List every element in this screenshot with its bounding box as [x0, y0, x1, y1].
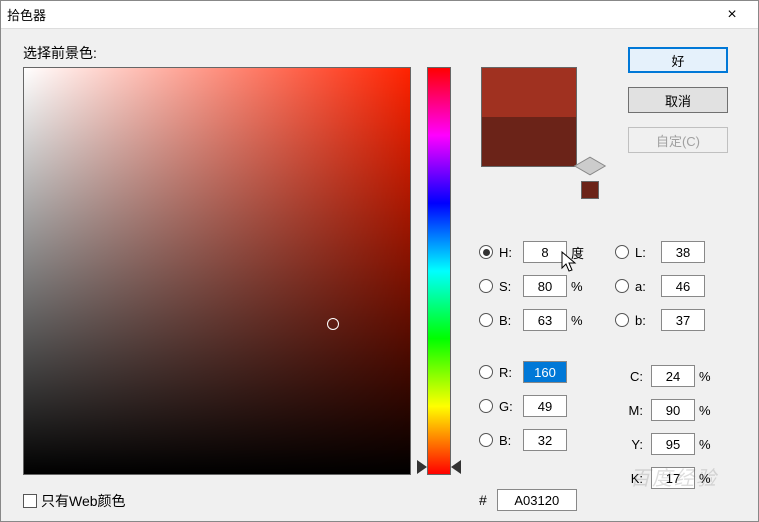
g-label: G:	[499, 399, 519, 414]
m-input[interactable]	[651, 399, 695, 421]
la-radio[interactable]	[615, 279, 629, 293]
r-input[interactable]	[523, 361, 567, 383]
b-input[interactable]	[523, 309, 567, 331]
y-input[interactable]	[651, 433, 695, 455]
content-area: 选择前景色: 好 取消 自定(C)	[1, 29, 758, 521]
hue-arrow-right-icon	[451, 460, 461, 474]
s-input[interactable]	[523, 275, 567, 297]
old-color-swatch[interactable]	[482, 117, 576, 166]
watermark-text: 百度经验	[630, 462, 718, 491]
button-column: 好 取消 自定(C)	[628, 47, 728, 153]
lb-label: b:	[635, 313, 657, 328]
y-label: Y:	[625, 437, 647, 452]
c-row: C: %	[625, 359, 723, 393]
titlebar: 拾色器 ×	[1, 1, 758, 29]
bb-radio[interactable]	[479, 433, 493, 447]
hue-slider[interactable]	[427, 67, 451, 475]
g-row: G:	[479, 389, 595, 423]
c-unit: %	[699, 369, 723, 384]
s-label: S:	[499, 279, 519, 294]
b-unit: %	[571, 313, 595, 328]
lb-input[interactable]	[661, 309, 705, 331]
hsb-rgb-fields: H: 度 S: % B: % R:	[479, 235, 595, 457]
y-unit: %	[699, 437, 723, 452]
y-row: Y: %	[625, 427, 723, 461]
b-label: B:	[499, 313, 519, 328]
hex-label: #	[479, 492, 487, 508]
r-label: R:	[499, 365, 519, 380]
l-input[interactable]	[661, 241, 705, 263]
r-radio[interactable]	[479, 365, 493, 379]
la-input[interactable]	[661, 275, 705, 297]
la-row: a:	[615, 269, 705, 303]
s-unit: %	[571, 279, 595, 294]
h-row: H: 度	[479, 235, 595, 269]
r-row: R:	[479, 355, 595, 389]
color-cursor-icon	[327, 318, 339, 330]
c-input[interactable]	[651, 365, 695, 387]
s-row: S: %	[479, 269, 595, 303]
g-radio[interactable]	[479, 399, 493, 413]
l-row: L:	[615, 235, 705, 269]
h-input[interactable]	[523, 241, 567, 263]
bb-input[interactable]	[523, 429, 567, 451]
lab-fields: L: a: b:	[615, 235, 705, 337]
la-label: a:	[635, 279, 657, 294]
s-radio[interactable]	[479, 279, 493, 293]
bb-label: B:	[499, 433, 519, 448]
web-only-label: 只有Web颜色	[41, 491, 126, 511]
foreground-label: 选择前景色:	[23, 43, 97, 63]
gamut-indicators	[581, 157, 599, 199]
web-only-checkbox[interactable]	[23, 494, 37, 508]
l-radio[interactable]	[615, 245, 629, 259]
lb-row: b:	[615, 303, 705, 337]
color-preview	[481, 67, 577, 167]
mini-swatch[interactable]	[581, 181, 599, 199]
h-unit: 度	[571, 243, 595, 262]
hex-row: #	[479, 489, 577, 511]
cube-icon[interactable]	[574, 157, 606, 176]
custom-button: 自定(C)	[628, 127, 728, 153]
bb-row: B:	[479, 423, 595, 457]
m-unit: %	[699, 403, 723, 418]
l-label: L:	[635, 245, 657, 260]
window-title: 拾色器	[7, 5, 712, 24]
b-radio[interactable]	[479, 313, 493, 327]
g-input[interactable]	[523, 395, 567, 417]
close-icon[interactable]: ×	[712, 2, 752, 28]
hue-arrow-left-icon	[417, 460, 427, 474]
ok-button[interactable]: 好	[628, 47, 728, 73]
color-picker-window: 拾色器 × 选择前景色: 好 取消	[0, 0, 759, 522]
web-only-row: 只有Web颜色	[23, 491, 126, 511]
cancel-button[interactable]: 取消	[628, 87, 728, 113]
c-label: C:	[625, 369, 647, 384]
h-radio[interactable]	[479, 245, 493, 259]
m-row: M: %	[625, 393, 723, 427]
lb-radio[interactable]	[615, 313, 629, 327]
h-label: H:	[499, 245, 519, 260]
b-row: B: %	[479, 303, 595, 337]
color-field[interactable]	[23, 67, 411, 475]
new-color-swatch	[482, 68, 576, 117]
hex-input[interactable]	[497, 489, 577, 511]
m-label: M:	[625, 403, 647, 418]
